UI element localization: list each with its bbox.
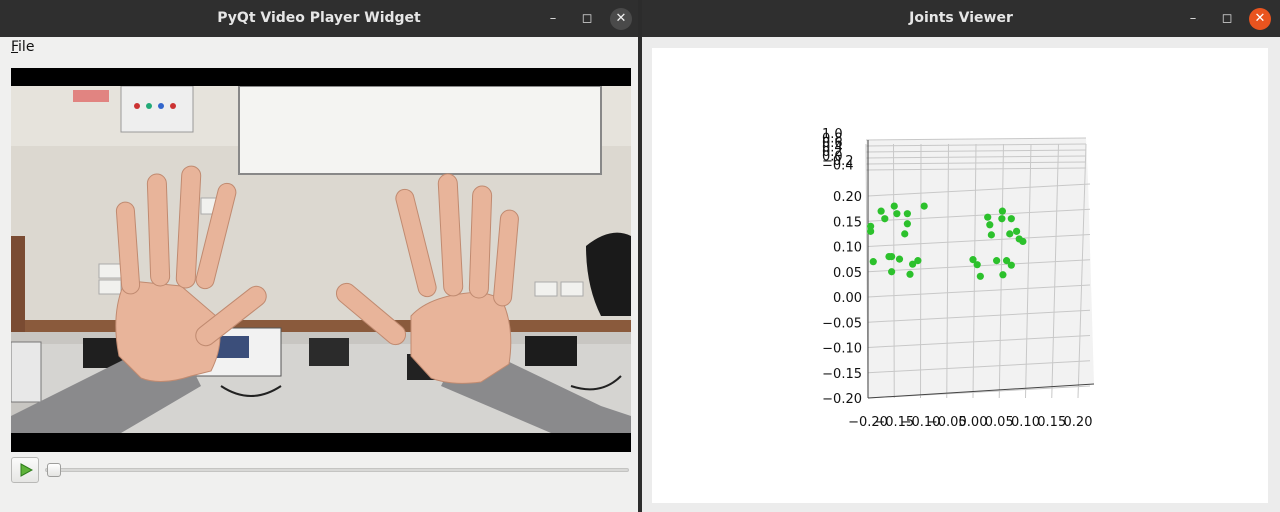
title-bar[interactable]: PyQt Video Player Widget – ◻ ✕ [0,0,638,37]
joint-point [888,268,896,276]
minimize-button[interactable]: – [1182,8,1204,30]
joint-point [1007,261,1015,269]
joint-point [914,257,922,265]
title-bar[interactable]: Joints Viewer – ◻ ✕ [642,0,1280,37]
joint-point [903,210,911,218]
joint-point [998,215,1006,223]
joint-point [906,270,914,278]
video-frame [11,86,631,433]
joint-point [976,272,984,280]
joint-point [984,213,992,221]
joint-point [901,230,909,238]
y-tick-label: 0.10 [833,241,862,256]
player-controls [11,457,631,483]
joint-point [867,227,875,235]
video-frame-image [11,86,631,433]
joint-point [993,257,1001,265]
y-tick-label: −0.15 [822,367,862,382]
x-tick-label: 0.10 [1011,415,1040,430]
y-tick-label: 0.15 [833,215,862,230]
y-tick-label: −0.10 [822,342,862,357]
play-button[interactable] [11,457,39,483]
joints-3d-scatter: 1.00.80.60.40.20.0−0.2−0.4 0.200.150.100… [822,127,1095,430]
joint-point [890,202,898,210]
close-button[interactable]: ✕ [1249,8,1271,30]
menu-file[interactable]: File [11,39,34,55]
y-tick-label: 0.00 [833,291,862,306]
y-tick-label: −0.20 [822,392,862,407]
x-tick-label: 0.15 [1037,415,1066,430]
y-tick-label: −0.05 [822,316,862,331]
joint-point [888,253,896,261]
joint-point [999,271,1007,279]
slider-groove [45,468,629,472]
joint-point [973,261,981,269]
joint-point [893,210,901,218]
video-display[interactable] [11,68,631,452]
menu-bar: File [0,37,638,59]
z-tick-label: −0.4 [822,159,854,174]
joint-point [877,207,885,215]
joint-point [920,202,928,210]
joint-point [881,215,889,223]
plot-canvas[interactable]: 1.0 0.8 0.6 0.4 0.2 0.0 −0.2 −0.4 0.20 0.15 0.10 0… [652,48,1268,503]
joint-point [998,207,1006,215]
plot-pane [866,138,1094,398]
play-icon [20,463,33,477]
position-slider[interactable] [45,457,631,483]
joint-point [987,231,995,239]
joint-point [1006,230,1014,238]
close-button[interactable]: ✕ [610,8,632,30]
maximize-button[interactable]: ◻ [1216,8,1238,30]
y-tick-label: 0.20 [833,190,862,205]
x-tick-label: 0.00 [959,415,988,430]
video-player-window: PyQt Video Player Widget – ◻ ✕ File [0,0,638,512]
slider-handle[interactable] [47,463,61,477]
joint-point [986,221,994,229]
joints-viewer-window: Joints Viewer – ◻ ✕ 1.0 0.8 0.6 0.4 0.2 0.0 −0… [642,0,1280,512]
y-tick-label: 0.05 [833,266,862,281]
minimize-button[interactable]: – [542,8,564,30]
grid-line-x [920,143,922,399]
joint-point [895,255,904,263]
joint-point [903,220,911,228]
x-tick-label: 0.05 [985,415,1014,430]
menu-file-label: ile [18,39,35,55]
maximize-button[interactable]: ◻ [576,8,598,30]
joint-point [869,258,877,266]
menu-file-mnemonic: F [11,39,19,55]
joint-point [1019,237,1027,246]
joint-point [1012,227,1021,235]
x-tick-label: 0.20 [1064,415,1093,430]
joint-point [1007,215,1015,223]
